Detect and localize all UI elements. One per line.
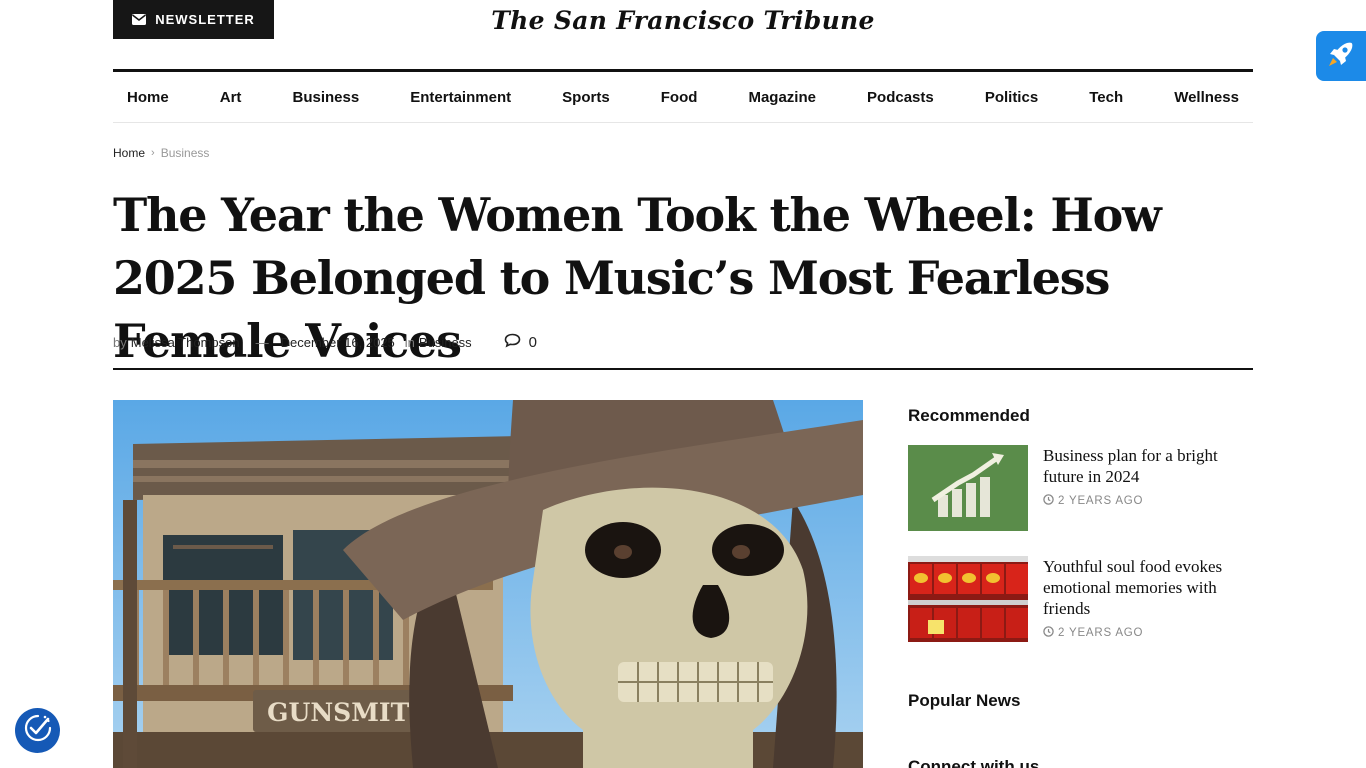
newsletter-label: NEWSLETTER: [155, 12, 255, 27]
author-link[interactable]: Melissa Thompson: [131, 335, 240, 350]
clock-icon: [1043, 626, 1054, 640]
in-label: in: [404, 335, 415, 350]
accessibility-button[interactable]: [15, 708, 60, 753]
recommended-headline[interactable]: Business plan for a bright future in 202…: [1043, 445, 1253, 487]
recommended-time: 2 YEARS AGO: [1043, 626, 1253, 640]
nav-item-home[interactable]: Home: [127, 89, 169, 106]
recommended-time-label: 2 YEARS AGO: [1058, 627, 1144, 639]
recommended-thumbnail[interactable]: [908, 556, 1028, 642]
recommended-item[interactable]: Business plan for a bright future in 202…: [908, 445, 1253, 531]
site-logo[interactable]: The San Francisco Tribune: [491, 6, 874, 35]
comment-count: 0: [528, 334, 538, 351]
recommended-thumbnail[interactable]: [908, 445, 1028, 531]
featured-image[interactable]: GUNSMITH: [113, 400, 863, 768]
by-label: by: [113, 335, 127, 350]
article-meta: by Melissa Thompson — December 16, 2025 …: [113, 333, 537, 352]
gunsmith-sign: GUNSMITH: [267, 698, 433, 727]
clock-icon: [1043, 494, 1054, 508]
nav-item-food[interactable]: Food: [661, 89, 698, 106]
breadcrumb-home[interactable]: Home: [113, 146, 145, 160]
breadcrumb-current[interactable]: Business: [161, 146, 210, 160]
publish-date[interactable]: December 16, 2025: [281, 335, 395, 350]
comment-icon: [504, 333, 521, 352]
rocket-icon: [1325, 38, 1357, 75]
nav-item-magazine[interactable]: Magazine: [748, 89, 816, 106]
nav-item-politics[interactable]: Politics: [985, 89, 1038, 106]
envelope-icon: [132, 14, 147, 25]
header-divider: [113, 368, 1253, 370]
recommended-item[interactable]: Youthful soul food evokes emotional memo…: [908, 556, 1253, 642]
breadcrumb: Home › Business: [113, 146, 209, 160]
main-nav: Home Art Business Entertainment Sports F…: [113, 69, 1253, 123]
nav-item-entertainment[interactable]: Entertainment: [410, 89, 511, 106]
category-link[interactable]: Business: [419, 335, 472, 350]
recommended-time: 2 YEARS AGO: [1043, 494, 1253, 508]
newsletter-button[interactable]: NEWSLETTER: [113, 0, 274, 39]
nav-item-wellness[interactable]: Wellness: [1174, 89, 1239, 106]
nav-item-podcasts[interactable]: Podcasts: [867, 89, 934, 106]
rocket-button[interactable]: [1316, 31, 1366, 81]
accessibility-icon: [23, 713, 53, 748]
nav-item-business[interactable]: Business: [292, 89, 359, 106]
recommended-time-label: 2 YEARS AGO: [1058, 495, 1144, 507]
popular-news-heading: Popular News: [908, 691, 1021, 710]
nav-item-sports[interactable]: Sports: [562, 89, 610, 106]
connect-heading: Connect with us: [908, 757, 1040, 768]
nav-item-tech[interactable]: Tech: [1089, 89, 1123, 106]
chevron-right-icon: ›: [151, 147, 155, 159]
nav-item-art[interactable]: Art: [220, 89, 242, 106]
comments-link[interactable]: 0: [504, 333, 537, 352]
recommended-headline[interactable]: Youthful soul food evokes emotional memo…: [1043, 556, 1253, 619]
recommended-heading: Recommended: [908, 406, 1030, 425]
meta-separator: —: [255, 335, 269, 350]
